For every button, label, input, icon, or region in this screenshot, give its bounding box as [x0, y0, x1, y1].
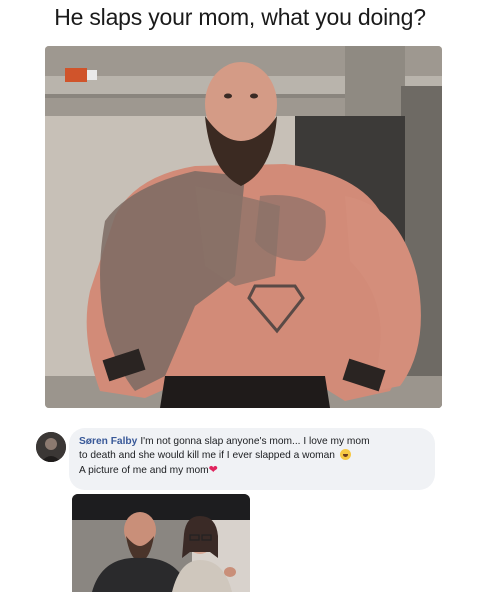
comment-text-line1: I'm not gonna slap anyone's mom... I lov… [140, 436, 370, 447]
comment-text-line3: A picture of me and my mom [79, 465, 209, 476]
man-and-mother-photo-illustration [72, 494, 250, 592]
meme-page: He slaps your mom, what you doing? Søren… [0, 0, 480, 592]
facebook-comment: Søren Falby I'm not gonna slap anyone's m… [36, 428, 436, 490]
comment-bubble: Søren Falby I'm not gonna slap anyone's m… [69, 428, 435, 490]
laughing-emoji-icon [339, 449, 351, 460]
main-photo[interactable] [45, 46, 442, 408]
comment-author[interactable]: Søren Falby [79, 436, 137, 447]
heart-icon: ❤ [208, 464, 218, 476]
muscular-man-illustration [45, 46, 442, 408]
comment-text-line2: to death and she would kill me if I ever… [79, 450, 335, 461]
meme-caption: He slaps your mom, what you doing? [54, 4, 426, 30]
profile-photo-icon [36, 432, 66, 462]
attached-photo[interactable] [72, 494, 250, 592]
avatar[interactable] [36, 432, 66, 462]
